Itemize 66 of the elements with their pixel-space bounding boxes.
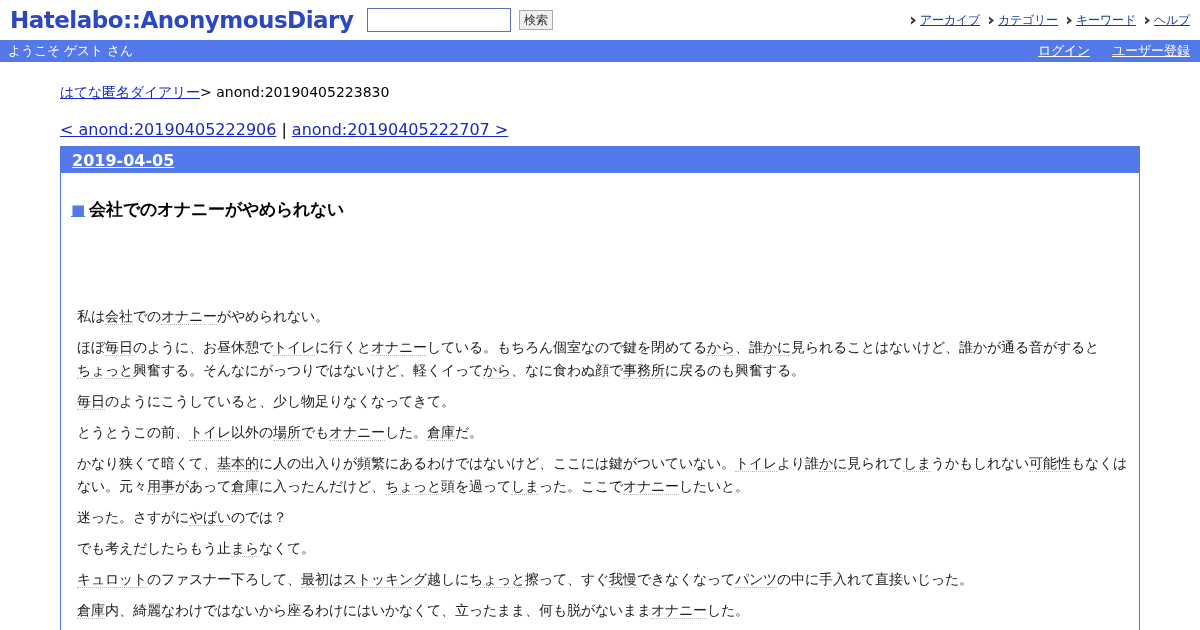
keyword-link[interactable]: しま xyxy=(511,478,539,495)
chevron-icon xyxy=(910,15,917,25)
keyword-link[interactable]: 倉庫 xyxy=(427,424,455,441)
keyword-link[interactable]: 我慢 xyxy=(609,571,637,588)
keyword-link[interactable]: から xyxy=(707,339,735,356)
breadcrumb-current: > anond:20190405223830 xyxy=(200,84,390,100)
keyword-link[interactable]: ちょっと xyxy=(469,571,525,588)
keyword-link[interactable]: 会社 xyxy=(105,308,133,325)
breadcrumb-link[interactable]: はてな匿名ダイアリー xyxy=(60,84,200,100)
keyword-link[interactable]: 基本的 xyxy=(217,455,259,472)
nav-link[interactable]: カテゴリー xyxy=(998,11,1058,29)
site-logo[interactable]: Hatelabo::AnonymousDiary xyxy=(10,7,354,33)
search-button[interactable]: 検索 xyxy=(519,10,554,30)
nav-link[interactable]: アーカイブ xyxy=(920,11,980,29)
body-paragraph: ほぼ毎日のように、お昼休憩で トイレ に行くと オナニー している。もちろん個室なので鍵を閉めてるから、誰かに見られることはないけど、誰かが通る音がすると ちょっと興奮する。そんなにがっつりではないけど、軽くイってから、なに食わぬ顔で事務所に戻るのも興奮する。 xyxy=(77,338,1100,381)
keyword-link[interactable]: トイレ xyxy=(273,339,315,356)
chevron-icon xyxy=(1144,15,1151,25)
search-field[interactable] xyxy=(367,8,512,32)
body-paragraph: かなり狭くて暗くて、基本的に人の出入りが頻繁にあるわけではないけど、ここには鍵がついていない。トイレ より誰かに見られて しま うかもしれない可能性もなくはない。元々用事があって倉庫に入ったんだけど、ちょっと頭を過って しま った。ここでオナニー したいと。 xyxy=(77,454,1127,497)
keyword-link[interactable]: トイレ xyxy=(735,455,777,472)
keyword-link[interactable]: ちょっと xyxy=(385,478,441,495)
keyword-link[interactable]: 場所 xyxy=(273,424,301,441)
keyword-link[interactable]: 倉庫 xyxy=(231,478,259,495)
chevron-icon xyxy=(988,15,995,25)
entry-permalink[interactable]: ■ xyxy=(71,200,86,219)
pager-separator: | xyxy=(281,119,287,141)
body-paragraph: とうとうこの前、トイレ 以外の場所でも オナニー した。倉庫だ。 xyxy=(77,423,484,443)
keyword-link[interactable]: トイレ xyxy=(189,424,231,441)
keyword-link[interactable]: オナニー xyxy=(329,424,385,441)
keyword-link[interactable]: パンツ xyxy=(735,571,777,588)
keyword-link[interactable]: まら xyxy=(231,540,259,557)
keyword-link[interactable]: オナニー xyxy=(161,308,217,325)
keyword-link[interactable]: ちょっと xyxy=(77,362,133,379)
keyword-link[interactable]: しま xyxy=(903,455,931,472)
keyword-link[interactable]: やばい xyxy=(189,509,231,526)
keyword-link[interactable]: キュロット xyxy=(77,571,147,588)
keyword-link[interactable]: オナニー xyxy=(623,478,679,495)
body-paragraph: 私は会社でのオナニーがやめられない。 xyxy=(77,307,330,327)
keyword-link[interactable]: オナニー xyxy=(651,602,707,619)
keyword-link[interactable]: かに xyxy=(763,339,791,356)
keyword-link[interactable]: 毎日 xyxy=(105,339,133,356)
keyword-link[interactable]: から xyxy=(483,362,511,379)
body-paragraph: キュロットのファスナー下ろして、最初はストッキング越しにちょっと擦って、すぐ我慢できなくなってパンツの中に手入れて直接いじった。 xyxy=(77,570,974,590)
account-link[interactable]: ユーザー登録 xyxy=(1112,42,1190,60)
nav-link[interactable]: ヘルプ xyxy=(1154,11,1190,29)
keyword-link[interactable]: 最初 xyxy=(301,571,329,588)
keyword-link[interactable]: 事務所 xyxy=(623,362,665,379)
keyword-link[interactable]: 用事 xyxy=(147,478,175,495)
keyword-link[interactable]: 倉庫 xyxy=(77,602,105,619)
keyword-link[interactable]: オナニー xyxy=(371,339,427,356)
keyword-link[interactable]: ストッキング xyxy=(343,571,427,588)
entry-title: 会社でのオナニーがやめられない xyxy=(89,198,345,221)
nav-link[interactable]: キーワード xyxy=(1076,11,1136,29)
greeting-text: ようこそ ゲスト さん xyxy=(8,42,134,60)
keyword-link[interactable]: 毎日 xyxy=(77,393,105,410)
previous-entry-link[interactable]: < anond:20190405222906 xyxy=(60,119,277,141)
body-paragraph: 倉庫内、綺麗なわけではないから座るわけにはいかなくて、立ったまま、何も脱がないまま オナニー した。 xyxy=(77,601,750,621)
body-paragraph: 迷った。さすがにやばいのでは？ xyxy=(77,508,288,528)
keyword-link[interactable]: 可能性 xyxy=(1029,455,1071,472)
chevron-icon xyxy=(1066,15,1073,25)
date-link[interactable]: 2019-04-05 xyxy=(72,150,175,170)
account-link[interactable]: ログイン xyxy=(1038,42,1090,60)
body-paragraph: でも考えだしたらもう止まら なくて。 xyxy=(77,539,316,559)
body-paragraph: 毎日のようにこうしていると、少し物足りなくなってきて。 xyxy=(77,392,456,412)
keyword-link[interactable]: かに xyxy=(819,455,847,472)
next-entry-link[interactable]: anond:20190405222707 > xyxy=(291,119,509,141)
